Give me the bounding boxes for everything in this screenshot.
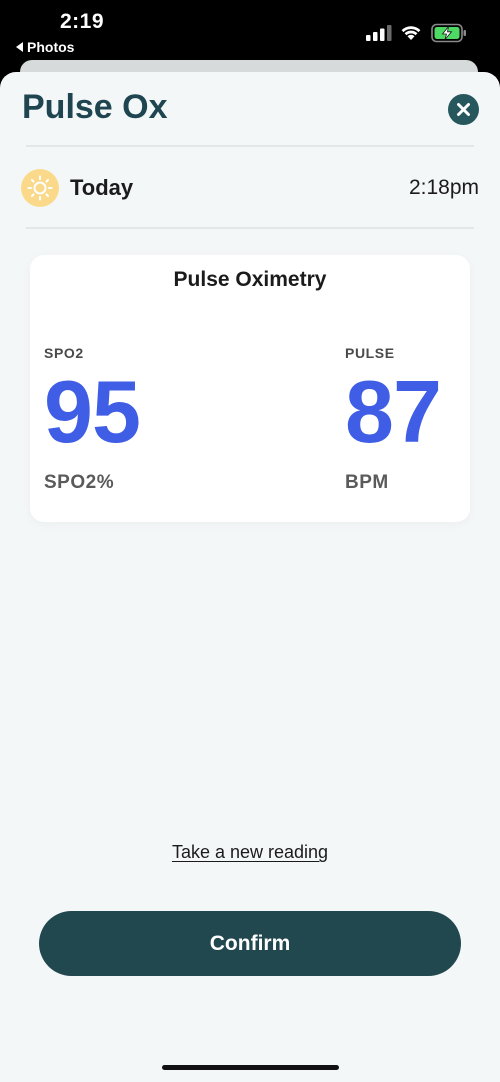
close-icon: [457, 103, 470, 116]
wifi-icon: [401, 26, 421, 40]
divider: [26, 145, 474, 147]
spo2-label: SPO2: [44, 345, 84, 361]
spo2-unit: SPO2%: [44, 472, 115, 493]
reading-day: Today: [70, 175, 134, 200]
page-title: Pulse Ox: [22, 88, 168, 126]
back-caret-icon: [16, 42, 23, 52]
status-time: 2:19: [60, 10, 105, 33]
pulse-oximetry-card: Pulse Oximetry SPO2 95 SPO2% PULSE 87 BP…: [30, 255, 470, 522]
sun-badge: [21, 169, 59, 207]
screen: 2:19 Photos Pulse Ox Today 2:18pm Pulse …: [0, 0, 500, 1082]
signal-icon: [366, 25, 392, 41]
battery-charging-icon: [431, 23, 466, 43]
back-to-app-link[interactable]: Photos: [16, 39, 74, 55]
sun-icon: [27, 175, 53, 201]
take-new-reading-link[interactable]: Take a new reading: [0, 842, 500, 863]
pulse-unit: BPM: [345, 472, 389, 493]
card-title: Pulse Oximetry: [173, 268, 327, 291]
home-indicator[interactable]: [162, 1065, 339, 1070]
pulse-value: 87: [345, 362, 442, 461]
spo2-value: 95: [44, 362, 141, 461]
confirm-button[interactable]: Confirm: [39, 911, 461, 976]
reading-time: 2:18pm: [408, 176, 479, 199]
close-button[interactable]: [448, 94, 479, 125]
status-bar: 2:19 Photos: [0, 0, 500, 62]
pulse-label: PULSE: [345, 345, 395, 361]
divider: [26, 227, 474, 229]
back-app-label: Photos: [27, 39, 75, 55]
